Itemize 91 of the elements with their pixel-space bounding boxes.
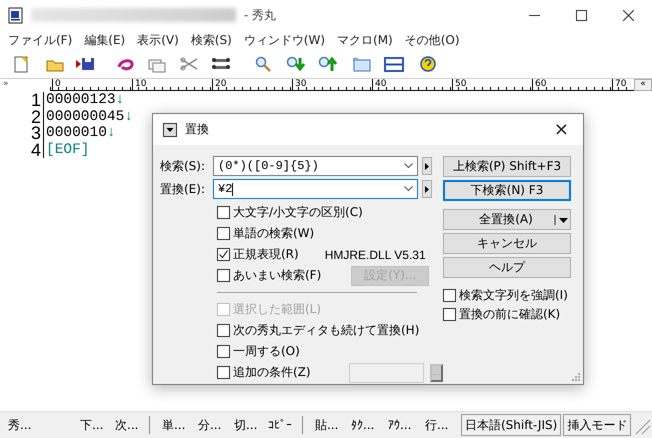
status-item: 次...	[115, 416, 140, 434]
status-item: ﾀｸ...	[350, 418, 376, 432]
checkbox-label[interactable]: 正規表現(R)	[233, 246, 299, 263]
window-title: - 秀丸	[244, 6, 276, 24]
status-item: 分...	[198, 416, 222, 434]
status-item: 単...	[162, 416, 186, 434]
line-number: 3	[30, 125, 41, 142]
ruler-marker: »	[3, 79, 9, 89]
chevron-icon[interactable]	[404, 163, 413, 169]
checkbox[interactable]	[217, 324, 230, 337]
arrow-button[interactable]	[422, 157, 432, 175]
replace-all-button[interactable]: 全置換(A)	[443, 209, 571, 230]
status-item: 貼...	[314, 416, 340, 434]
checkbox[interactable]	[217, 227, 230, 240]
menu-item[interactable]: マクロ(M)	[331, 32, 399, 48]
checkbox-label[interactable]: 次の秀丸エディタも続けて置換(H)	[233, 322, 420, 339]
menu-item[interactable]: ファイル(F)	[2, 32, 78, 48]
arrow-button[interactable]	[422, 180, 432, 198]
dialog-button[interactable]: 下検索(N) F3	[443, 180, 571, 201]
ruler-number: 70	[612, 79, 626, 90]
triangle-icon[interactable]	[425, 162, 429, 170]
menu-item[interactable]: 表示(V)	[131, 32, 185, 48]
end-of-file-marker: [EOF]	[46, 142, 90, 158]
line-number: 2	[30, 108, 41, 125]
checkbox[interactable]	[217, 206, 230, 219]
checkbox-label[interactable]: 置換の前に確認(K)	[459, 306, 560, 323]
scissors-icon[interactable]	[180, 55, 200, 73]
maximize-icon[interactable]	[576, 10, 587, 20]
menu-item[interactable]: 検索(S)	[184, 32, 238, 48]
line-number: 1	[30, 92, 41, 108]
save-icon[interactable]	[76, 55, 96, 73]
menu-item[interactable]: その他(O)	[398, 32, 466, 48]
search-up-icon[interactable]	[318, 55, 338, 73]
newline-marker: ↓	[116, 92, 124, 108]
status-panel: 挿入モード	[563, 414, 632, 436]
status-item: 下...	[80, 416, 104, 434]
checkbox[interactable]	[443, 308, 456, 321]
resize-grip-icon[interactable]	[571, 372, 580, 381]
status-item: ｱｳ...	[388, 418, 412, 432]
checkbox-label[interactable]: 大文字/小文字の区別(C)	[233, 204, 363, 221]
ruler-number: 20	[212, 79, 226, 90]
triangle-icon[interactable]	[425, 186, 429, 192]
menu-item[interactable]: 編集(E)	[78, 32, 132, 48]
checkbox-label[interactable]: 追加の条件(Z)	[233, 364, 311, 381]
dialog-button[interactable]: ヘルプ	[443, 257, 571, 278]
dropdown-icon[interactable]	[554, 214, 570, 224]
checkbox[interactable]	[217, 366, 230, 379]
version-label: HMJRE.DLL V5.31	[324, 248, 426, 262]
checkbox[interactable]	[443, 289, 456, 302]
status-item: 行...	[424, 416, 450, 434]
status-item: ｺﾋﾟｰ	[268, 418, 293, 432]
card-icon[interactable]	[352, 55, 372, 73]
status-panel: 日本語(Shift-JIS)	[460, 414, 562, 436]
checkbox[interactable]	[217, 345, 230, 358]
close-button[interactable]: ×	[550, 119, 573, 140]
checkbox-label[interactable]: 単語の検索(W)	[233, 225, 314, 242]
search-down-icon[interactable]	[286, 55, 306, 73]
dialog-title: 置換	[185, 121, 209, 138]
code-line: 0000010	[46, 125, 107, 141]
combo-field[interactable]: ¥2	[213, 179, 418, 199]
line-number: 4	[30, 142, 41, 158]
newline-marker: ↓	[106, 125, 116, 141]
status-item: 秀...	[8, 416, 32, 434]
ruler-number: 0	[52, 79, 61, 90]
help-icon[interactable]	[418, 55, 438, 73]
combo-field[interactable]: (0*)([0-9]{5})	[213, 156, 418, 176]
checkbox[interactable]	[217, 248, 230, 261]
dialog-button[interactable]: キャンセル	[443, 233, 571, 254]
close-icon[interactable]	[623, 10, 634, 20]
checkbox-label[interactable]: 一周する(O)	[233, 343, 300, 360]
code-line: 00000123	[46, 92, 116, 108]
checkbox-label[interactable]: 検索文字列を強調(I)	[459, 287, 568, 304]
newline-marker: ↓	[124, 108, 134, 124]
dialog-button[interactable]: 上検索(P) Shift+F3	[443, 156, 571, 177]
ruler-number: 40	[372, 79, 386, 90]
split-window-icon[interactable]	[384, 55, 404, 73]
field-label: 置換(E):	[160, 180, 206, 198]
menu-item[interactable]: ウィンドウ(W)	[238, 32, 332, 48]
chevron-icon[interactable]	[404, 186, 413, 192]
field-label: 検索(S):	[160, 158, 206, 174]
ruler-number: 60	[532, 79, 546, 90]
status-item: 切...	[234, 416, 258, 434]
ruler-number: 10	[132, 79, 146, 90]
ruler-number: 30	[292, 79, 306, 90]
system-menu-icon[interactable]	[163, 122, 177, 136]
ruler-button[interactable]: «	[634, 79, 652, 91]
checkbox-label[interactable]: あいまい検索(F)	[233, 267, 322, 284]
checkbox[interactable]	[217, 269, 230, 282]
app-icon	[8, 6, 23, 24]
code-line: 000000045	[46, 108, 124, 124]
ruler-number: 50	[452, 79, 466, 90]
